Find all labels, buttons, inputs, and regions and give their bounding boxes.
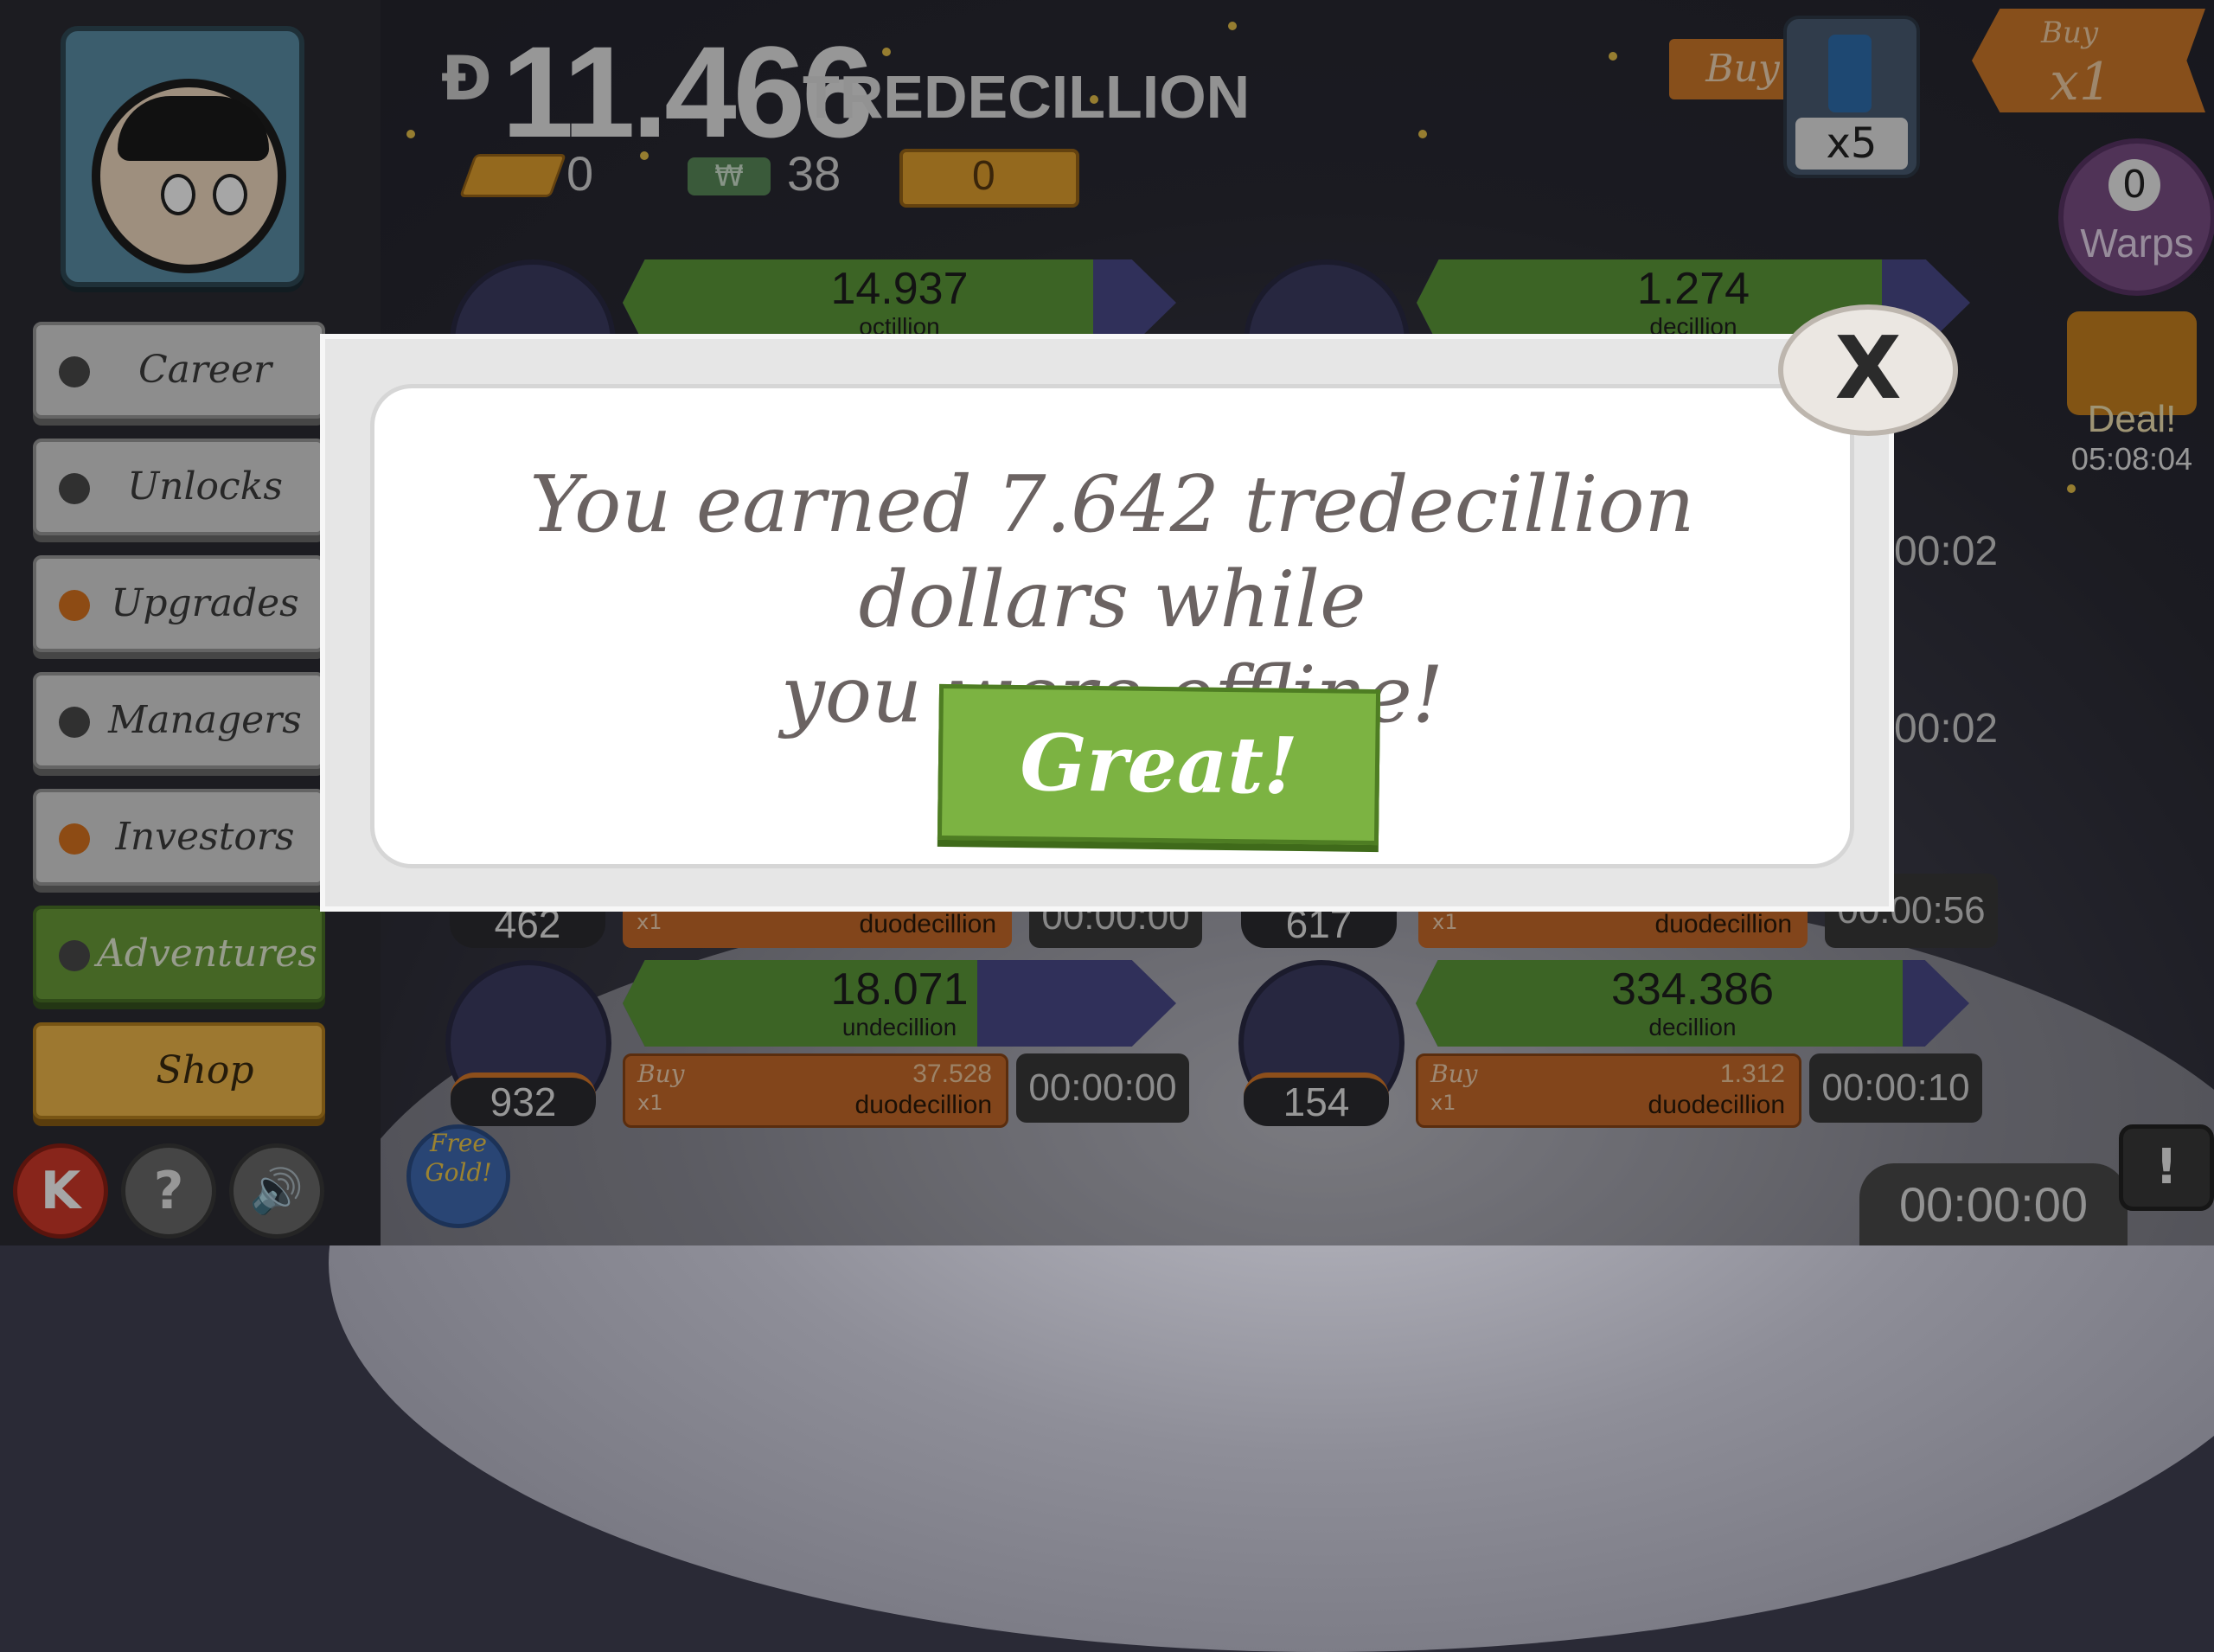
message-line-1: You earned 7.642 tredecillion dollars wh… [529, 459, 1695, 645]
great-button[interactable]: Great! [937, 683, 1381, 846]
offline-earnings-dialog: You earned 7.642 tredecillion dollars wh… [320, 334, 1894, 912]
close-button[interactable]: X [1778, 304, 1958, 436]
dialog-panel: You earned 7.642 tredecillion dollars wh… [370, 384, 1854, 868]
